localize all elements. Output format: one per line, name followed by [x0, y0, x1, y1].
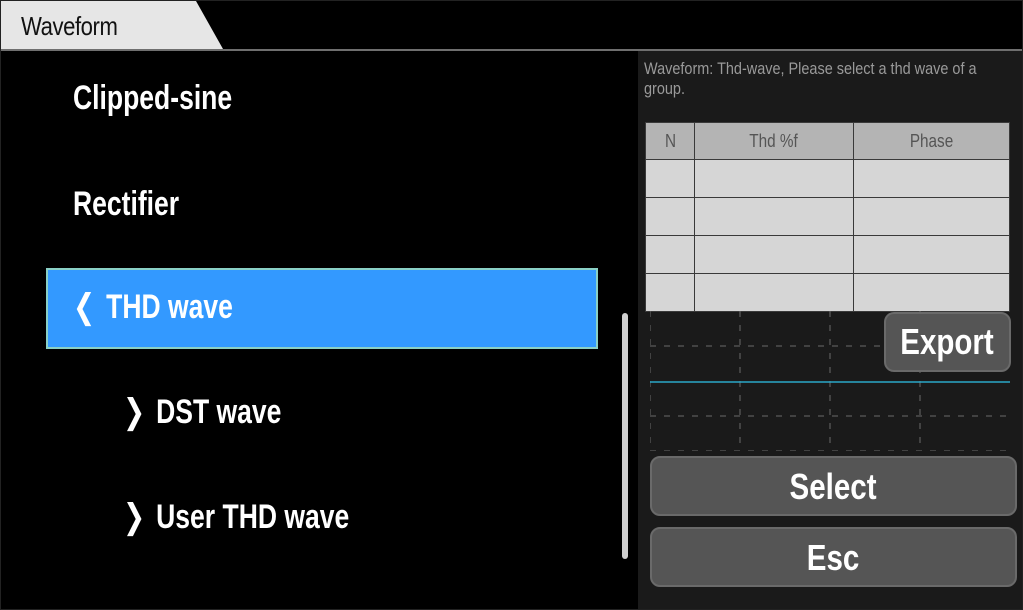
table-cell[interactable] [645, 159, 695, 198]
select-label: Select [790, 466, 877, 507]
table-cell[interactable] [853, 197, 1010, 236]
menu-item-user-thd-wave[interactable]: ❯ User THD wave [123, 497, 349, 537]
table-cell[interactable] [645, 197, 695, 236]
window-title-tab[interactable]: Waveform [21, 11, 118, 42]
table-cell[interactable] [853, 159, 1010, 198]
chevron-right-icon: ❯ [123, 498, 146, 536]
device-screen: Waveform Clipped-sine Rectifier ❮ THD wav… [0, 0, 1023, 610]
harmonic-table: N Thd %f Phase [645, 122, 1010, 312]
table-row[interactable] [645, 159, 1010, 198]
table-cell[interactable] [694, 159, 854, 198]
column-header-n: N [645, 122, 695, 160]
menu-item-dst-wave[interactable]: ❯ DST wave [123, 392, 281, 432]
menu-scrollbar[interactable] [622, 313, 628, 559]
table-row[interactable] [645, 273, 1010, 312]
esc-button[interactable]: Esc [650, 527, 1017, 587]
info-message: Waveform: Thd-wave, Please select a thd … [644, 59, 977, 98]
table-row[interactable] [645, 197, 1010, 236]
menu-item-thd-wave[interactable]: ❮ THD wave [73, 287, 233, 327]
menu-item-label: DST wave [156, 393, 282, 431]
chevron-left-icon: ❮ [73, 288, 96, 326]
select-button[interactable]: Select [650, 456, 1017, 516]
table-header-row: N Thd %f Phase [645, 122, 1010, 160]
table-cell[interactable] [694, 235, 854, 274]
menu-item-label: THD wave [106, 288, 233, 326]
table-cell[interactable] [853, 235, 1010, 274]
table-cell[interactable] [694, 273, 854, 312]
table-cell[interactable] [645, 273, 695, 312]
info-text: Waveform: Thd-wave, Please select a thd … [644, 59, 977, 99]
column-header-phase: Phase [853, 122, 1010, 160]
table-cell[interactable] [694, 197, 854, 236]
export-button[interactable]: Export [884, 312, 1011, 372]
chevron-right-icon: ❯ [123, 393, 146, 431]
menu-item-rectifier[interactable]: Rectifier [73, 185, 179, 224]
menu-item-label: Rectifier [73, 185, 180, 223]
menu-item-label: User THD wave [156, 498, 350, 536]
export-label: Export [900, 321, 995, 362]
menu-item-label: Clipped-sine [73, 79, 233, 117]
menu-item-clipped-sine[interactable]: Clipped-sine [73, 79, 232, 118]
table-cell[interactable] [645, 235, 695, 274]
esc-label: Esc [807, 537, 860, 578]
table-row[interactable] [645, 235, 1010, 274]
column-header-thd: Thd %f [694, 122, 854, 160]
table-cell[interactable] [853, 273, 1010, 312]
title-bar: Waveform [1, 1, 1022, 51]
